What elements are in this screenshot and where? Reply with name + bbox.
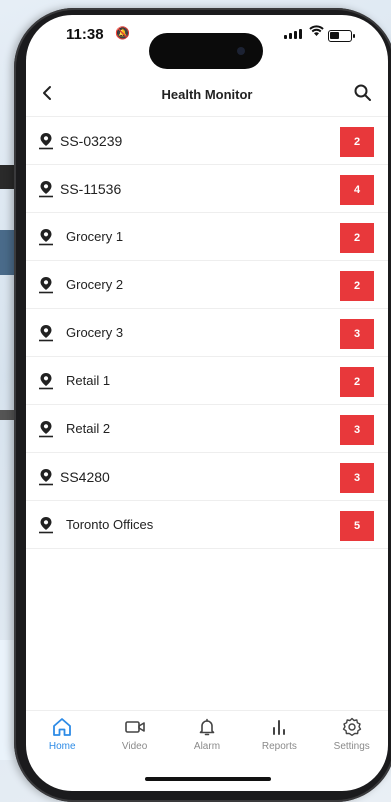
site-row[interactable]: Toronto Offices 5 bbox=[26, 501, 388, 549]
alert-count-badge: 3 bbox=[340, 319, 374, 349]
bell-icon bbox=[199, 718, 215, 736]
site-row[interactable]: Grocery 3 3 bbox=[26, 309, 388, 357]
alert-count-badge: 4 bbox=[340, 175, 374, 205]
tab-label: Settings bbox=[333, 741, 370, 752]
alert-count-badge: 3 bbox=[340, 463, 374, 493]
site-row[interactable]: Grocery 2 2 bbox=[26, 261, 388, 309]
dynamic-island bbox=[149, 33, 263, 69]
tab-home[interactable]: Home bbox=[30, 711, 94, 762]
location-pin-icon bbox=[38, 132, 54, 150]
gear-icon bbox=[342, 717, 361, 736]
location-pin-icon bbox=[38, 180, 54, 198]
signal-icon bbox=[284, 29, 302, 39]
location-pin-icon bbox=[38, 516, 54, 534]
site-name: SS-03239 bbox=[60, 133, 123, 149]
site-name: Grocery 3 bbox=[66, 325, 124, 340]
location-pin-icon bbox=[38, 372, 54, 390]
home-icon bbox=[53, 718, 72, 736]
site-row[interactable]: Grocery 1 2 bbox=[26, 213, 388, 261]
site-name: Grocery 1 bbox=[66, 229, 124, 244]
alert-count-badge: 5 bbox=[340, 511, 374, 541]
location-pin-icon bbox=[38, 324, 54, 342]
site-name: Toronto Offices bbox=[66, 517, 154, 532]
alert-count-badge: 2 bbox=[340, 127, 374, 157]
site-row[interactable]: SS-11536 4 bbox=[26, 165, 388, 213]
wifi-icon bbox=[309, 24, 324, 40]
home-indicator[interactable] bbox=[145, 777, 271, 781]
site-list: SS-03239 2 SS-11536 4 Grocery 1 2 Grocer… bbox=[26, 117, 388, 549]
tab-settings[interactable]: Settings bbox=[320, 711, 384, 762]
silent-bell-icon: 🔕 bbox=[115, 26, 130, 40]
location-pin-icon bbox=[38, 468, 54, 486]
tab-reports[interactable]: Reports bbox=[247, 711, 311, 762]
location-pin-icon bbox=[38, 420, 54, 438]
site-name: Retail 2 bbox=[66, 421, 111, 436]
location-pin-icon bbox=[38, 276, 54, 294]
site-row[interactable]: SS-03239 2 bbox=[26, 117, 388, 165]
page-title: Health Monitor bbox=[161, 87, 253, 102]
search-icon[interactable] bbox=[352, 82, 374, 104]
site-row[interactable]: SS4280 3 bbox=[26, 453, 388, 501]
status-time: 11:38 bbox=[66, 26, 104, 43]
app-screen: 11:38 🔕 Health Monitor SS-03239 2 SS-115… bbox=[26, 15, 388, 791]
tab-alarm[interactable]: Alarm bbox=[175, 711, 239, 762]
site-name: Retail 1 bbox=[66, 373, 111, 388]
status-bar: 11:38 🔕 bbox=[26, 15, 388, 69]
tab-video[interactable]: Video bbox=[103, 711, 167, 762]
app-header: Health Monitor bbox=[26, 73, 388, 117]
site-name: SS-11536 bbox=[60, 181, 122, 197]
alert-count-badge: 2 bbox=[340, 271, 374, 301]
alert-count-badge: 2 bbox=[340, 367, 374, 397]
tab-label: Reports bbox=[261, 741, 297, 752]
tab-label: Home bbox=[48, 741, 76, 752]
site-row[interactable]: Retail 2 3 bbox=[26, 405, 388, 453]
location-pin-icon bbox=[38, 228, 54, 246]
bottom-tab-bar: Home Video Alarm Reports Settings bbox=[26, 710, 388, 762]
site-name: Grocery 2 bbox=[66, 277, 124, 292]
site-row[interactable]: Retail 1 2 bbox=[26, 357, 388, 405]
site-name: SS4280 bbox=[60, 469, 110, 485]
video-icon bbox=[124, 721, 145, 733]
alert-count-badge: 2 bbox=[340, 223, 374, 253]
bar-chart-icon bbox=[273, 720, 286, 735]
tab-label: Alarm bbox=[193, 741, 221, 752]
alert-count-badge: 3 bbox=[340, 415, 374, 445]
battery-icon bbox=[328, 30, 355, 42]
tab-label: Video bbox=[121, 741, 148, 752]
